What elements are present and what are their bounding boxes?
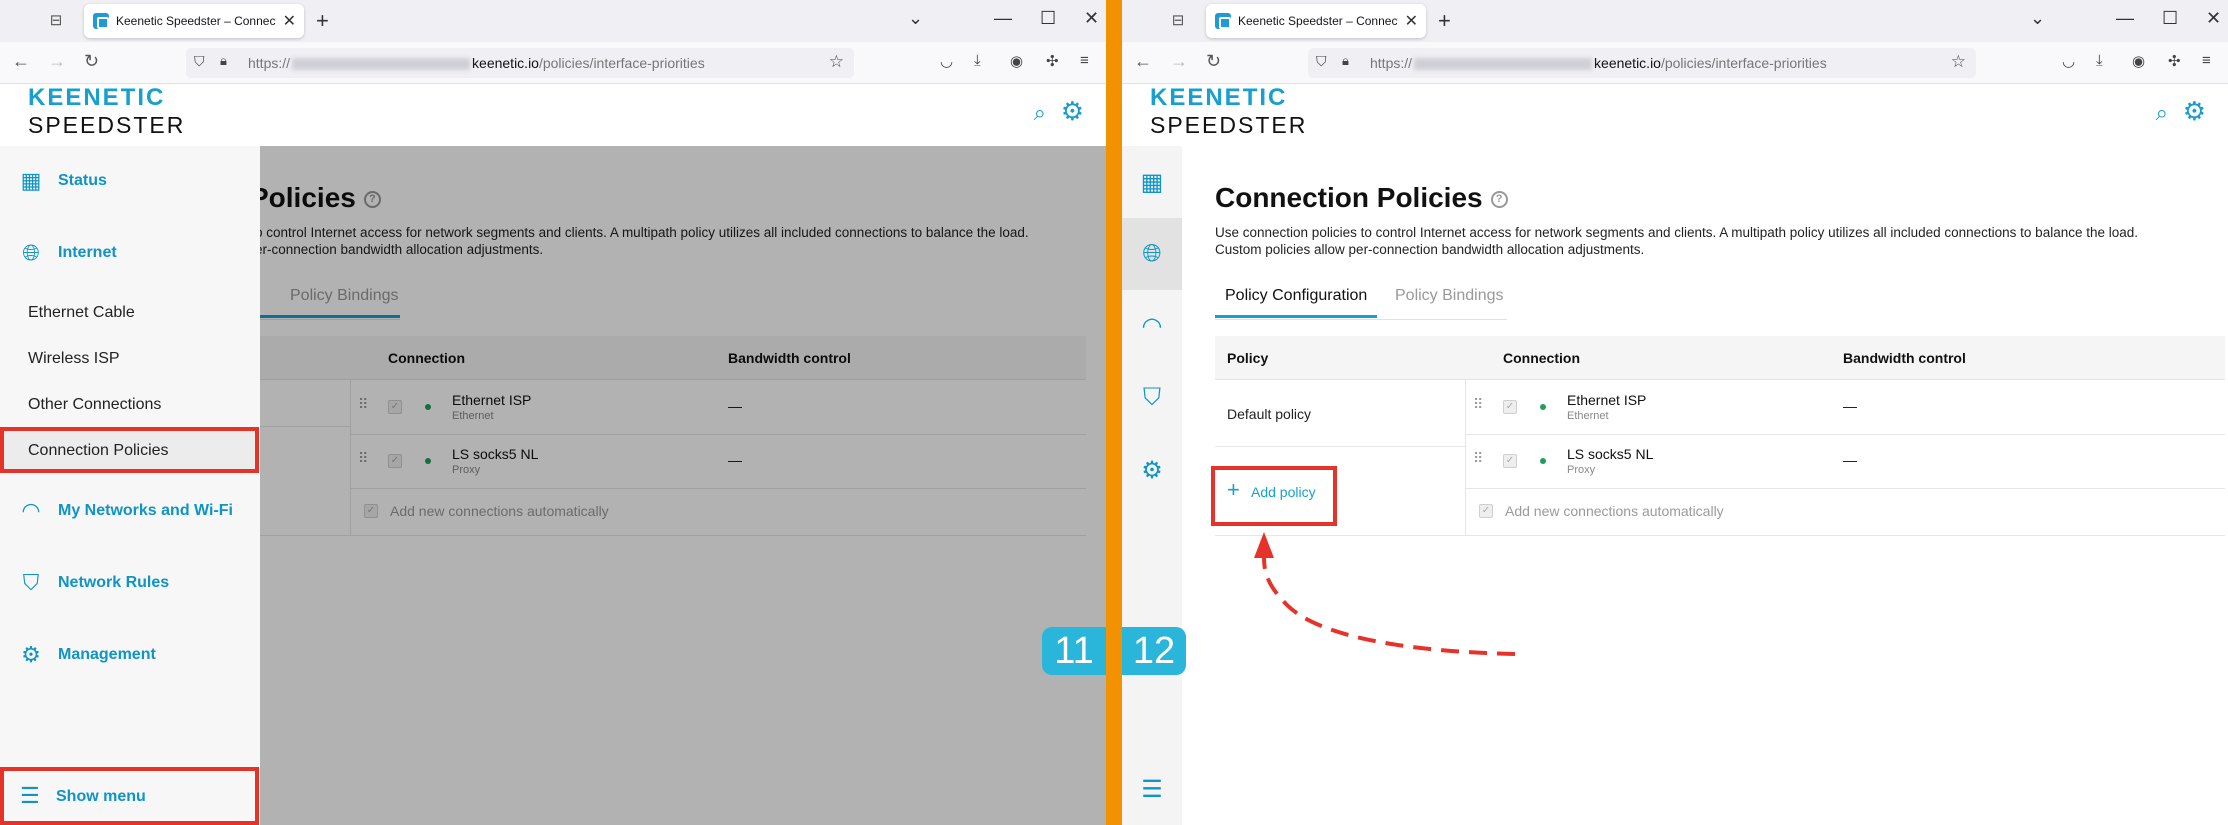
- back-icon[interactable]: ←: [12, 51, 30, 72]
- dashboard-icon: ▦: [20, 168, 42, 193]
- app-menu-icon[interactable]: ≡: [1080, 52, 1089, 69]
- logo-subtitle: SPEEDSTER: [28, 112, 186, 138]
- menu-network-rules[interactable]: ⛉ Network Rules: [18, 570, 169, 596]
- forward-icon[interactable]: →: [48, 51, 66, 72]
- maximize-icon[interactable]: ☐: [1040, 8, 1056, 29]
- downloads-icon[interactable]: ⤓: [974, 52, 981, 69]
- step-badge-right: 12: [1122, 627, 1186, 675]
- step-badge-left: 11: [1042, 627, 1106, 675]
- tabs-dropdown-icon[interactable]: ⌄: [908, 8, 923, 29]
- lock-icon[interactable]: 🔒︎: [220, 53, 227, 69]
- menu-overlay[interactable]: [260, 146, 1106, 825]
- right-screenshot: ⊟ Keenetic Speedster – Connectic ✕ + ⌄ —…: [1122, 0, 2228, 825]
- globe-icon: 🌐︎: [22, 240, 40, 265]
- search-icon[interactable]: ⌕: [1034, 100, 1046, 126]
- menu-item-other-connections[interactable]: Other Connections: [28, 396, 161, 414]
- url-text: https://keenetic.io/policies/interface-p…: [248, 55, 705, 71]
- shield-icon[interactable]: ⛉: [194, 53, 205, 70]
- menu-item-wireless-isp[interactable]: Wireless ISP: [28, 350, 120, 368]
- gear-icon: ⚙: [21, 642, 41, 667]
- reload-icon[interactable]: ↻: [84, 51, 99, 72]
- side-menu: ▦ Status 🌐︎ Internet Ethernet Cable Wirele…: [0, 146, 260, 825]
- menu-management[interactable]: ⚙ Management: [18, 642, 156, 668]
- browser-tabbar: ⊟ Keenetic Speedster – Connectic ✕ + ⌄ —…: [0, 0, 1106, 42]
- gear-icon[interactable]: ⚙: [1061, 96, 1084, 127]
- favicon-icon: [93, 13, 109, 29]
- show-menu-button[interactable]: ☰ Show menu: [0, 767, 259, 825]
- bookmark-star-icon[interactable]: ☆: [829, 52, 844, 72]
- callout-arrow: [1254, 532, 1516, 656]
- tab-list-icon[interactable]: ⊟: [46, 11, 66, 31]
- close-window-icon[interactable]: ✕: [1084, 8, 1099, 29]
- logo: KEENETIC: [28, 84, 166, 111]
- account-icon[interactable]: ◉: [1010, 52, 1023, 70]
- shield-icon: ⛉: [22, 570, 40, 595]
- app-header: KEENETIC SPEEDSTER ⌕ ⚙: [0, 84, 1106, 146]
- menu-networks[interactable]: ◠ My Networks and Wi-Fi: [18, 498, 233, 524]
- browser-navbar: ← → ↻ ⛉ 🔒︎ https://keenetic.io/policies/…: [0, 42, 1106, 84]
- extensions-icon[interactable]: ✣: [1046, 52, 1059, 70]
- new-tab-icon[interactable]: +: [316, 8, 329, 34]
- minimize-icon[interactable]: —: [994, 8, 1012, 29]
- panel-divider: [1106, 0, 1122, 825]
- hamburger-icon: ☰: [20, 783, 40, 808]
- menu-status[interactable]: ▦ Status: [18, 168, 107, 194]
- menu-item-connection-policies[interactable]: Connection Policies: [0, 427, 259, 473]
- browser-tab[interactable]: Keenetic Speedster – Connectic ✕: [84, 4, 304, 38]
- wifi-icon: ◠: [21, 498, 41, 523]
- tab-title: Keenetic Speedster – Connectic: [116, 14, 276, 28]
- menu-internet[interactable]: 🌐︎ Internet: [18, 240, 116, 266]
- pocket-icon[interactable]: ◡: [940, 52, 953, 70]
- url-bar[interactable]: ⛉ 🔒︎ https://keenetic.io/policies/interf…: [186, 48, 854, 78]
- left-screenshot: ⊟ Keenetic Speedster – Connectic ✕ + ⌄ —…: [0, 0, 1106, 825]
- menu-item-ethernet-cable[interactable]: Ethernet Cable: [28, 304, 135, 322]
- close-tab-icon[interactable]: ✕: [283, 11, 296, 31]
